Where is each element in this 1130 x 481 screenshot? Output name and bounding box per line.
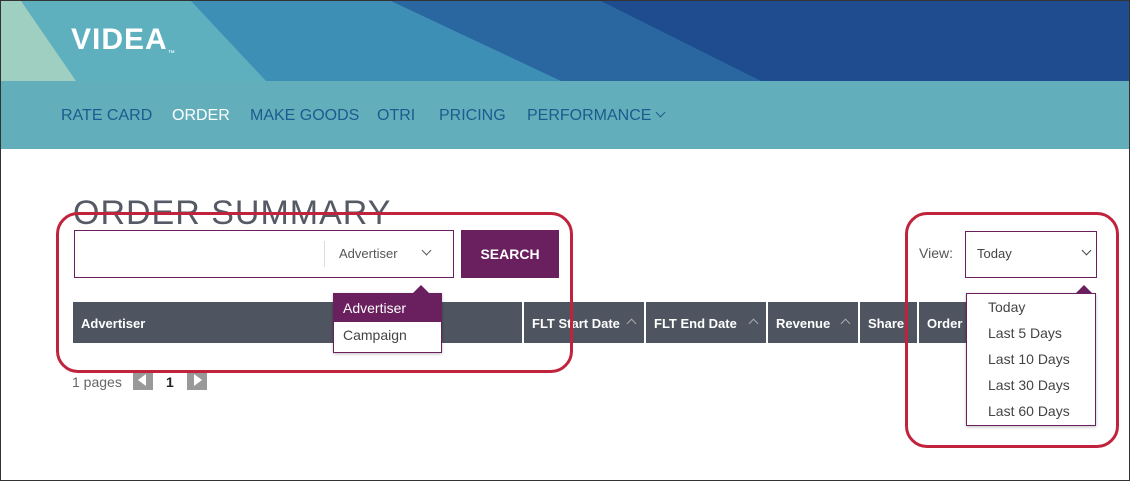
nav-otri[interactable]: OTRI [377, 107, 415, 125]
column-header-flt-start-date[interactable]: FLT Start Date [524, 302, 644, 343]
chevron-down-icon [1081, 245, 1092, 256]
view-option-last-60-days[interactable]: Last 60 Days [988, 403, 1070, 419]
view-select-value: Today [977, 246, 1012, 261]
dropdown-caret [1076, 285, 1092, 293]
column-header-revenue[interactable]: Revenue [768, 302, 858, 343]
nav-make-goods[interactable]: MAKE GOODS [250, 107, 359, 125]
column-header-advertiser[interactable]: Advertiser [73, 302, 522, 343]
pages-count: 1 pages [72, 374, 122, 390]
logo-text: VIDEA [71, 23, 168, 56]
page-title: ORDER SUMMARY [73, 193, 392, 232]
page-number[interactable]: 1 [166, 374, 174, 390]
column-header-share[interactable]: Share [860, 302, 917, 343]
sort-asc-icon[interactable] [626, 318, 637, 329]
nav-pricing[interactable]: PRICING [439, 107, 506, 125]
sort-asc-icon[interactable] [748, 318, 759, 329]
column-label: FLT Start Date [532, 316, 620, 331]
nav-performance[interactable]: PERFORMANCE [527, 107, 666, 125]
main-nav: RATE CARD ORDER MAKE GOODS OTRI PRICING … [1, 81, 1129, 149]
filter-option-campaign[interactable]: Campaign [334, 321, 441, 349]
view-option-last-5-days[interactable]: Last 5 Days [988, 325, 1062, 341]
view-menu: Today Last 5 Days Last 10 Days Last 30 D… [966, 293, 1096, 426]
next-page-button[interactable] [187, 370, 207, 390]
view-option-last-10-days[interactable]: Last 10 Days [988, 351, 1070, 367]
column-label: Share [868, 316, 905, 331]
view-option-today[interactable]: Today [988, 299, 1025, 315]
view-select[interactable]: Today [965, 231, 1097, 278]
search-filter-select[interactable]: Advertiser [325, 231, 453, 277]
nav-order[interactable]: ORDER [172, 107, 230, 125]
nav-performance-label: PERFORMANCE [527, 107, 652, 124]
chevron-down-icon [656, 107, 666, 118]
search-box: Advertiser [74, 230, 454, 279]
view-label: View: [919, 245, 953, 261]
chevron-down-icon [421, 245, 432, 256]
column-header-flt-end-date[interactable]: FLT End Date [646, 302, 766, 343]
videa-logo[interactable]: VIDEA™ [71, 23, 176, 57]
filter-option-advertiser[interactable]: Advertiser [334, 294, 441, 322]
sort-asc-icon[interactable] [840, 318, 851, 329]
nav-rate-card[interactable]: RATE CARD [61, 107, 152, 125]
header-banner: VIDEA™ [1, 1, 1129, 81]
prev-page-button[interactable] [133, 370, 153, 390]
view-option-last-30-days[interactable]: Last 30 Days [988, 377, 1070, 393]
search-filter-value: Advertiser [339, 246, 398, 261]
search-filter-menu: Advertiser Campaign [333, 293, 442, 353]
arrow-left-icon [138, 374, 146, 386]
arrow-right-icon [194, 374, 202, 386]
column-label: FLT End Date [654, 316, 737, 331]
column-label: Advertiser [81, 316, 146, 331]
search-button[interactable]: SEARCH [461, 230, 559, 278]
app-window: VIDEA™ RATE CARD ORDER MAKE GOODS OTRI P… [0, 0, 1130, 481]
logo-trademark: ™ [167, 50, 176, 57]
column-label: Revenue [776, 316, 831, 331]
dropdown-caret [413, 285, 429, 293]
search-input[interactable] [75, 231, 327, 279]
